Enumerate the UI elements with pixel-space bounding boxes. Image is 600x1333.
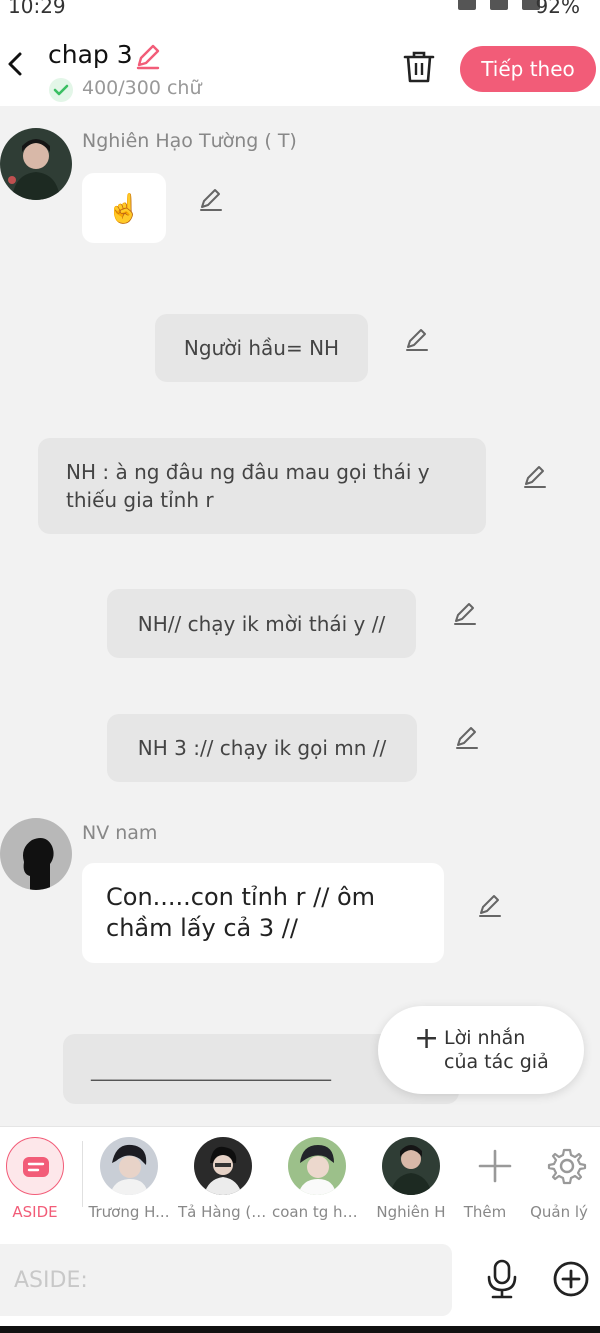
check-icon (49, 78, 73, 102)
author-note-label: Lời nhắn của tác giả (444, 1027, 549, 1073)
character-label: ASIDE (12, 1203, 58, 1221)
vibrate-icon (458, 0, 476, 10)
character-label: Trương H... (88, 1203, 170, 1221)
status-icons (458, 0, 540, 10)
battery-level: 92% (535, 0, 580, 18)
message-text: Người hầu= NH (183, 336, 340, 360)
message-bubble[interactable]: NH// chạy ik mời thái y // (107, 589, 416, 658)
message-text: NH 3 :// chạy ik gọi mn // (137, 736, 387, 760)
character-name: NV nam (82, 822, 158, 844)
plus-icon: + (414, 1021, 440, 1056)
status-time: 10:29 (8, 0, 66, 18)
message-text: NH// chạy ik mời thái y // (137, 611, 386, 636)
avatar[interactable] (0, 818, 72, 890)
character-name: Nghiên Hạo Tường ( T) (82, 130, 297, 152)
wifi-icon (490, 0, 508, 10)
word-count: 400/300 chữ (82, 77, 202, 99)
aside-icon (6, 1137, 64, 1195)
divider (82, 1141, 83, 1207)
character-label: coan tg ha... (272, 1203, 362, 1221)
message-bubble[interactable]: Người hầu= NH (155, 314, 368, 382)
status-bar: 10:29 92% (0, 0, 600, 22)
message-text: NH : à ng đâu ng đâu mau gọi thái y thiế… (66, 460, 430, 512)
edit-message-icon[interactable] (454, 724, 480, 750)
message-bubble[interactable]: NH 3 :// chạy ik gọi mn // (107, 714, 417, 782)
microphone-icon[interactable] (484, 1258, 520, 1300)
header: chap 3 400/300 chữ Tiếp theo (0, 22, 600, 106)
message-input[interactable] (0, 1244, 452, 1316)
avatar (194, 1137, 252, 1195)
navigation-bar (0, 1326, 600, 1333)
character-item[interactable]: Trương H... (84, 1137, 174, 1229)
character-label: Tả Hàng ( ... (178, 1203, 268, 1221)
avatar[interactable] (0, 128, 72, 200)
avatar (288, 1137, 346, 1195)
edit-message-icon[interactable] (522, 463, 548, 489)
author-note-button[interactable]: + Lời nhắn của tác giả (378, 1006, 584, 1094)
input-bar (0, 1234, 600, 1333)
character-selector: ASIDE Trương H... Tả Hàng ( ... coan tg … (0, 1126, 600, 1234)
message-bubble[interactable]: ☝️ (82, 173, 166, 243)
manage-characters-button[interactable]: Quản lý (514, 1137, 600, 1229)
edit-message-icon[interactable] (198, 186, 224, 212)
character-item[interactable]: coan tg ha... (272, 1137, 362, 1229)
character-label: Quản lý (530, 1203, 588, 1221)
message-text: Con.....con tỉnh r // ôm chầm lấy cả 3 /… (106, 883, 376, 942)
message-text: ☝️ (106, 191, 142, 225)
back-icon[interactable] (4, 46, 28, 82)
trash-icon[interactable] (402, 48, 436, 84)
chat-area[interactable]: Nghiên Hạo Tường ( T) ☝️ Người hầu= NH N… (0, 106, 600, 1126)
chapter-title: chap 3 (48, 40, 133, 69)
message-bubble[interactable]: NH : à ng đâu ng đâu mau gọi thái y thiế… (38, 438, 486, 534)
gear-icon (547, 1148, 587, 1185)
add-icon[interactable] (552, 1260, 590, 1298)
character-aside[interactable]: ASIDE (0, 1137, 80, 1229)
avatar (382, 1137, 440, 1195)
edit-message-icon[interactable] (477, 892, 503, 918)
next-button[interactable]: Tiếp theo (460, 46, 596, 92)
edit-message-icon[interactable] (404, 326, 430, 352)
edit-title-icon[interactable] (134, 42, 162, 70)
message-text: ________________________ (91, 1057, 331, 1081)
avatar (100, 1137, 158, 1195)
character-item[interactable]: Tả Hàng ( ... (178, 1137, 268, 1229)
message-bubble[interactable]: Con.....con tỉnh r // ôm chầm lấy cả 3 /… (82, 863, 444, 963)
edit-message-icon[interactable] (452, 600, 478, 626)
